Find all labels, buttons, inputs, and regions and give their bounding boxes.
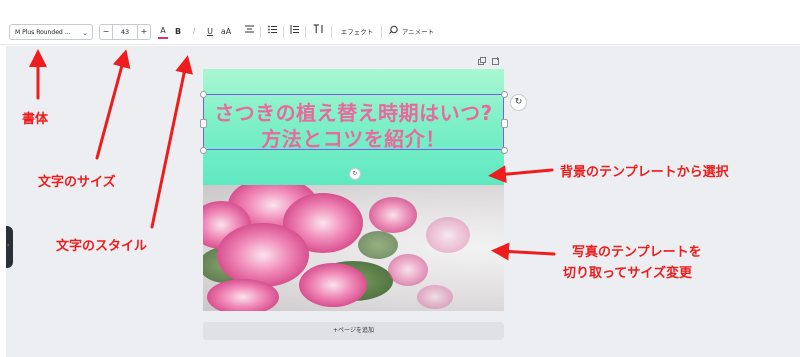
annotation-font: 書体 xyxy=(22,112,49,127)
annotation-style: 文字のスタイル xyxy=(56,239,148,254)
annotation-photo-line2: 切り取ってサイズ変更 xyxy=(563,266,692,281)
annotation-size: 文字のサイズ xyxy=(38,175,116,190)
annotation-photo-line1: 写真のテンプレートを xyxy=(572,245,702,260)
arrow-to-style xyxy=(150,55,193,229)
arrow-to-background xyxy=(488,165,554,184)
arrow-to-size xyxy=(95,49,131,160)
annotation-background: 背景のテンプレートから選択 xyxy=(560,165,729,180)
arrow-to-photo xyxy=(491,242,556,261)
